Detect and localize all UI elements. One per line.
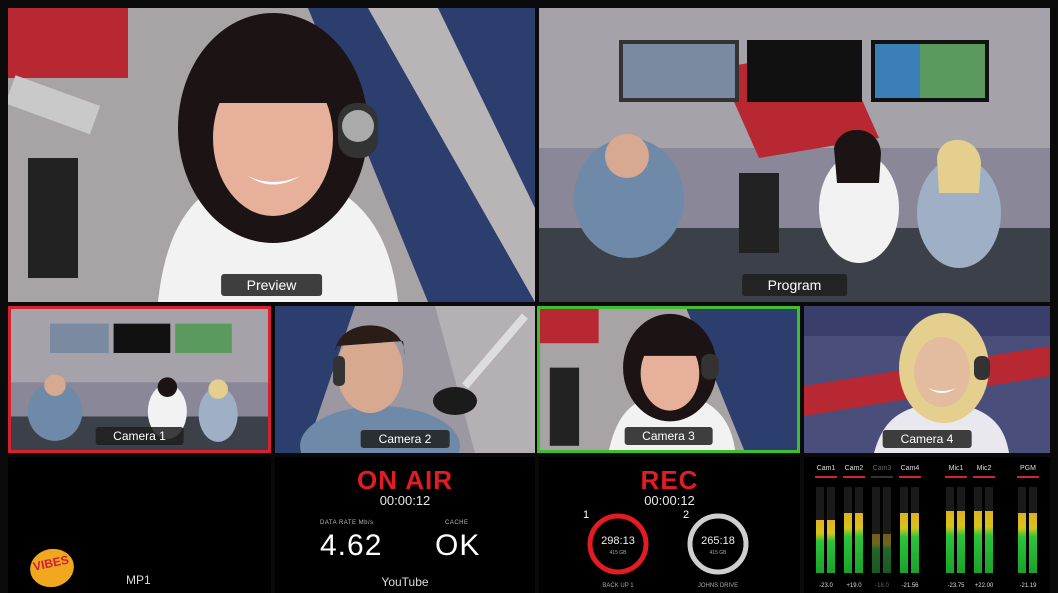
meter-db: -21.19 — [1019, 583, 1037, 589]
drive-1-size: 415 GB — [609, 550, 627, 556]
meter-fill — [883, 534, 891, 573]
meter-name: Cam1 — [816, 465, 836, 472]
meter-db: -21.56 — [901, 583, 919, 589]
meter-bar-left — [816, 487, 824, 573]
meter-db: +22.00 — [974, 583, 994, 589]
meter-fill — [985, 511, 993, 573]
meter-bar-right — [827, 487, 835, 573]
camera-3-label: Camera 3 — [624, 427, 713, 445]
media-player-view[interactable]: VIBES MP1 — [8, 457, 271, 593]
stream-timer: 00:00:12 — [379, 493, 431, 508]
meter-bar-right — [985, 487, 993, 573]
meter-fill — [844, 512, 852, 573]
meter-name: Mic2 — [976, 465, 992, 472]
meter-bar-left — [974, 487, 982, 573]
meter-name: Cam2 — [844, 465, 864, 472]
meter-db: -23.75 — [947, 583, 965, 589]
media-player-label: MP1 — [126, 573, 151, 587]
program-label: Program — [741, 274, 848, 296]
cache-caption: CACHE — [445, 520, 469, 526]
meter-fill — [911, 512, 919, 573]
meter-indicator — [815, 476, 837, 478]
meter-fill — [1029, 512, 1037, 573]
camera-1-view[interactable]: Camera 1 — [8, 306, 271, 453]
drive-2-name: JOHNS DRIVE — [697, 583, 739, 589]
meter-db: +19.0 — [846, 583, 862, 589]
meter-indicator — [973, 476, 995, 478]
meter-bar-right — [911, 487, 919, 573]
cache-value: OK — [435, 529, 481, 562]
meter-column: PGM -21.19 — [1014, 465, 1042, 589]
preview-label: Preview — [220, 274, 323, 296]
camera-3-view[interactable]: Camera 3 — [537, 306, 800, 453]
camera-2-view[interactable]: Camera 2 — [275, 306, 535, 453]
stream-platform: YouTube — [381, 575, 429, 589]
meter-indicator — [899, 476, 921, 478]
meter-indicator — [1017, 476, 1039, 478]
meter-db: -23.0 — [819, 583, 833, 589]
program-video — [539, 8, 1050, 302]
meter-indicator — [871, 476, 893, 478]
data-rate-caption: DATA RATE Mb/s — [320, 520, 374, 526]
meter-name: PGM — [1020, 465, 1036, 472]
preview-view[interactable]: Preview — [8, 8, 535, 302]
meter-bar-left — [1018, 487, 1026, 573]
camera-4-label: Camera 4 — [882, 430, 972, 448]
data-rate-value: 4.62 — [320, 529, 383, 562]
meter-bar-right — [855, 487, 863, 573]
meter-bar-left — [872, 487, 880, 573]
camera-2-label: Camera 2 — [360, 430, 450, 448]
meter-column: Mic1 -23.75 — [942, 465, 970, 589]
meter-indicator — [945, 476, 967, 478]
meter-bar-right — [883, 487, 891, 573]
meter-bar-right — [957, 487, 965, 573]
meter-fill — [816, 519, 824, 573]
stream-status-panel[interactable]: ON AIR 00:00:12 DATA RATE Mb/s CACHE 4.6… — [275, 457, 535, 593]
meter-fill — [957, 511, 965, 573]
meter-bar-left — [946, 487, 954, 573]
camera-1-label: Camera 1 — [95, 427, 184, 445]
meter-fill — [872, 534, 880, 573]
meter-fill — [946, 511, 954, 573]
meter-indicator — [843, 476, 865, 478]
drive-2-size: 415 GB — [709, 550, 727, 556]
meter-column: Cam2 +19.0 — [840, 465, 868, 589]
record-status-panel[interactable]: REC 00:00:12 1 2 298:13 415 GB 265:18 41… — [539, 457, 800, 593]
preview-video — [8, 8, 535, 302]
meter-name: Cam3 — [872, 465, 892, 472]
vibes-logo: VIBES — [26, 544, 78, 592]
meter-bar-right — [1029, 487, 1037, 573]
meter-name: Cam4 — [900, 465, 920, 472]
meter-bar-left — [844, 487, 852, 573]
meter-fill — [855, 512, 863, 573]
meter-fill — [827, 519, 835, 573]
camera-4-view[interactable]: Camera 4 — [804, 306, 1050, 453]
meter-name: Mic1 — [948, 465, 964, 472]
meter-column: Cam3 -18.0 — [868, 465, 896, 589]
audio-meters-panel[interactable]: Cam1 -23.0 Cam2 +19.0 Cam3 -18.0 Cam4 -2… — [804, 457, 1050, 593]
drive-2-time: 265:18 — [701, 535, 735, 547]
meter-fill — [1018, 512, 1026, 573]
meter-fill — [900, 512, 908, 573]
program-view[interactable]: Program — [539, 8, 1050, 302]
meter-db: -18.0 — [875, 583, 889, 589]
meter-fill — [974, 511, 982, 573]
drive-rings — [587, 513, 749, 575]
drive-1-time: 298:13 — [601, 535, 635, 547]
meter-column: Mic2 +22.00 — [970, 465, 998, 589]
meter-bar-left — [900, 487, 908, 573]
meter-column: Cam4 -21.56 — [896, 465, 924, 589]
on-air-indicator: ON AIR — [356, 465, 454, 495]
drive-1-name: BACK UP 1 — [602, 583, 634, 589]
meter-column: Cam1 -23.0 — [812, 465, 840, 589]
